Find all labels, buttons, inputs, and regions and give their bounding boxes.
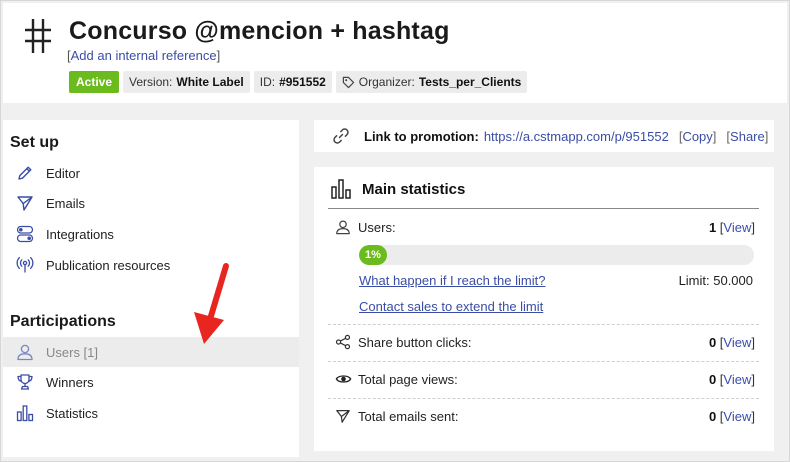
- sidebar-item-integrations[interactable]: Integrations: [3, 219, 299, 249]
- sidebar-item-winners[interactable]: Winners: [3, 367, 299, 397]
- view-share-clicks-link[interactable]: View: [723, 335, 751, 350]
- sidebar-item-publication-resources[interactable]: Publication resources: [3, 250, 299, 280]
- bar-chart-icon: [331, 179, 351, 199]
- limit-question-link[interactable]: What happen if I reach the limit?: [359, 273, 545, 288]
- divider: [328, 208, 759, 209]
- share-icon: [334, 333, 352, 351]
- sidebar-item-statistics[interactable]: Statistics: [3, 398, 299, 428]
- progress-fill: 1%: [359, 245, 387, 265]
- broadcast-icon: [15, 256, 35, 274]
- promotion-url-link[interactable]: https://a.cstmapp.com/p/951552: [484, 129, 669, 144]
- sidebar-item-editor[interactable]: Editor: [3, 158, 299, 188]
- sidebar-item-emails[interactable]: Emails: [3, 188, 299, 218]
- users-limit: Limit: 50.000: [678, 273, 753, 288]
- send-icon: [334, 407, 352, 425]
- internal-reference: [Add an internal reference]: [67, 48, 221, 63]
- link-icon: [333, 128, 349, 144]
- user-icon: [334, 218, 352, 236]
- view-page-views-link[interactable]: View: [723, 372, 751, 387]
- divider: [328, 324, 759, 325]
- hashtag-icon: [25, 19, 51, 53]
- divider: [328, 398, 759, 399]
- badge-row: Active Version: White Label ID: #951552 …: [69, 71, 528, 93]
- version-badge: Version: White Label: [123, 71, 250, 93]
- status-badge: Active: [69, 71, 120, 93]
- page-views-stat-row: Total page views: 0 [View]: [328, 369, 759, 389]
- organizer-badge: Organizer: Tests_per_Clients: [335, 71, 528, 93]
- pencil-icon: [15, 164, 35, 182]
- sidebar: Set up Editor Emails Integrations Public…: [3, 120, 299, 457]
- view-users-link[interactable]: View: [723, 220, 751, 235]
- page-title: Concurso @mencion + hashtag: [69, 17, 450, 45]
- divider: [328, 361, 759, 362]
- share-link-button[interactable]: [Share]: [726, 129, 768, 144]
- user-icon: [15, 343, 35, 361]
- trophy-icon: [15, 373, 35, 391]
- tag-icon: [342, 76, 355, 88]
- link-label: Link to promotion:: [364, 128, 479, 144]
- eye-icon: [334, 370, 352, 388]
- setup-heading: Set up: [10, 134, 59, 151]
- copy-link-button[interactable]: [Copy]: [679, 129, 717, 144]
- users-limit-progress-bar: 1%: [359, 245, 754, 265]
- toggle-icon: [15, 225, 35, 243]
- sidebar-item-users[interactable]: Users [1]: [3, 337, 299, 367]
- bar-chart-icon: [15, 404, 35, 422]
- add-internal-reference-link[interactable]: Add an internal reference: [71, 48, 217, 63]
- users-stat-row: Users: 1 [View]: [328, 217, 759, 237]
- annotation-arrow-icon: [194, 263, 229, 344]
- promotion-link-bar: Link to promotion: https://a.cstmapp.com…: [314, 120, 774, 152]
- share-clicks-stat-row: Share button clicks: 0 [View]: [328, 332, 759, 352]
- promotion-header: Concurso @mencion + hashtag [Add an inte…: [3, 3, 787, 103]
- emails-sent-stat-row: Total emails sent: 0 [View]: [328, 406, 759, 426]
- stats-header: Main statistics: [330, 177, 465, 201]
- id-badge: ID: #951552: [253, 71, 332, 93]
- stats-title: Main statistics: [362, 180, 466, 198]
- contact-sales-link[interactable]: Contact sales to extend the limit: [359, 299, 543, 314]
- participations-heading: Participations: [10, 313, 116, 330]
- view-emails-sent-link[interactable]: View: [723, 409, 751, 424]
- send-icon: [15, 194, 35, 212]
